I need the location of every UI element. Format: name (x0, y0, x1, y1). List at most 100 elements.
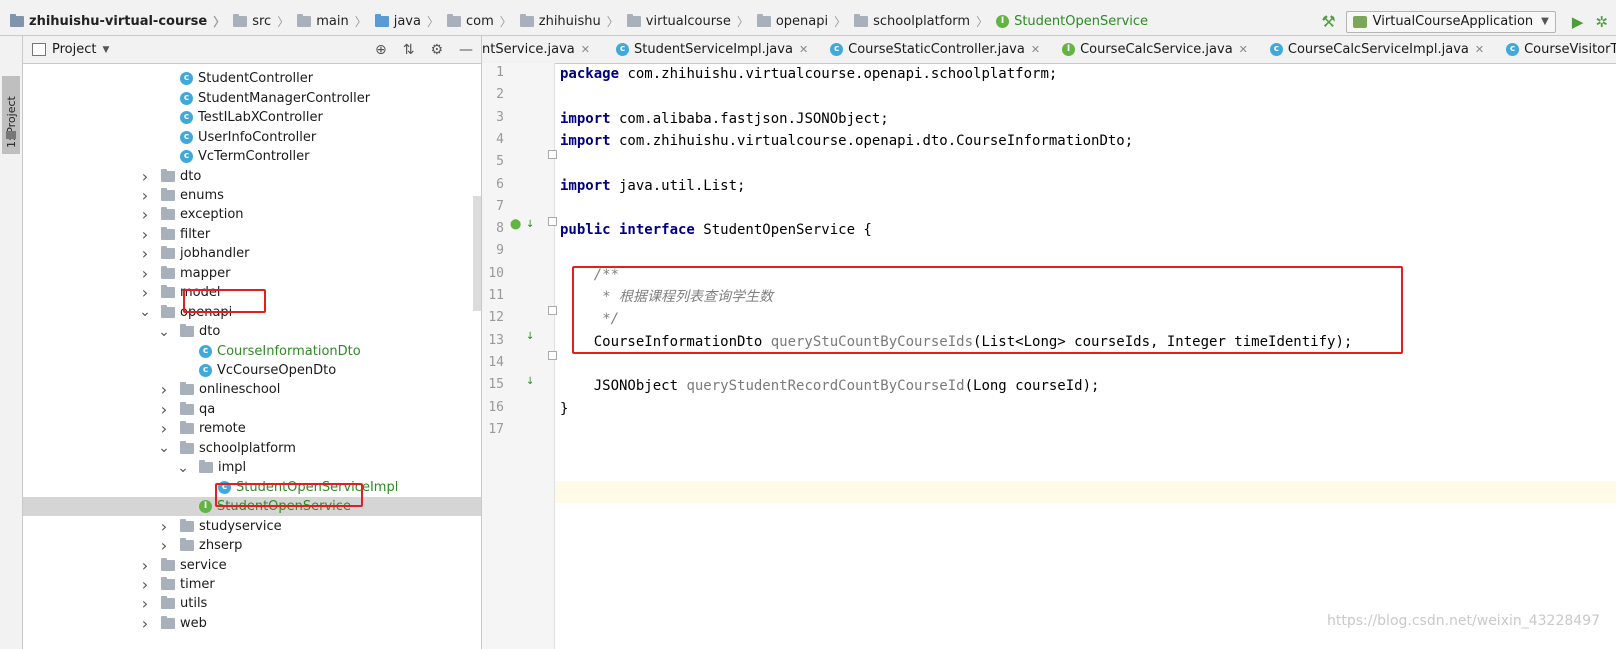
close-icon[interactable]: ✕ (581, 43, 590, 56)
tree-item[interactable]: › web (23, 614, 481, 634)
chevron-right-icon[interactable]: › (158, 536, 170, 555)
build-hammer-icon[interactable]: ⚒ (1321, 12, 1335, 31)
breadcrumb-item[interactable]: schoolplatform 〉 (854, 13, 996, 30)
chevron-right-icon[interactable]: › (139, 264, 151, 283)
chevron-down-icon[interactable]: ▼ (102, 45, 109, 55)
tree-item[interactable]: › remote (23, 419, 481, 439)
chevron-right-icon[interactable]: › (139, 614, 151, 633)
close-icon[interactable]: ✕ (1239, 43, 1248, 56)
folder-icon (180, 324, 194, 338)
editor-tab[interactable]: I CourseCalcService.java ✕ (1048, 36, 1256, 63)
project-tool-tab[interactable]: 1: Project (2, 76, 20, 154)
tree-item[interactable]: › enums (23, 186, 481, 206)
implementations-icon[interactable]: ⬤ (510, 219, 521, 230)
folder-icon (180, 538, 194, 552)
highlight-openapi (183, 289, 266, 313)
tree-item-label: service (180, 557, 227, 573)
editor-tab[interactable]: ntService.java ✕ (482, 36, 598, 63)
tree-item[interactable]: › mapper (23, 264, 481, 284)
implemented-arrow-icon[interactable]: ↓ (526, 219, 534, 230)
tree-item[interactable]: ⌄ schoolplatform (23, 439, 481, 459)
chevron-right-icon[interactable]: › (158, 380, 170, 399)
project-panel-title[interactable]: Project (52, 42, 96, 57)
tree-item[interactable]: › studyservice (23, 516, 481, 536)
editor-tab[interactable]: c StudentServiceImpl.java ✕ (598, 36, 816, 63)
tree-item[interactable]: c VcCourseOpenDto (23, 361, 481, 381)
breadcrumb-item[interactable]: virtualcourse 〉 (626, 13, 757, 30)
chevron-right-icon[interactable]: › (139, 575, 151, 594)
chevron-right-icon[interactable]: › (139, 556, 151, 575)
chevron-right-icon[interactable]: › (139, 244, 151, 263)
line-number: 14 (488, 354, 504, 370)
tree-item[interactable]: › zhserp (23, 536, 481, 556)
chevron-down-icon[interactable]: ⌄ (139, 304, 151, 320)
breadcrumb-item[interactable]: main 〉 (297, 13, 375, 30)
tree-item[interactable]: c CourseInformationDto (23, 341, 481, 361)
package-icon (626, 14, 641, 27)
tree-item[interactable]: › onlineschool (23, 380, 481, 400)
tree-item[interactable]: › qa (23, 400, 481, 420)
tree-item[interactable]: › service (23, 555, 481, 575)
editor-tab[interactable]: cCourseVisitorTotalCountDailyJobHand (1492, 36, 1616, 63)
fold-marker-icon[interactable] (548, 351, 557, 360)
chevron-down-icon[interactable]: ⌄ (158, 440, 170, 456)
fold-marker-icon[interactable] (548, 217, 557, 226)
line-number: 15 (488, 377, 504, 393)
tree-item[interactable]: › utils (23, 594, 481, 614)
fold-marker-icon[interactable] (548, 150, 557, 159)
editor-tab[interactable]: c CourseCalcServiceImpl.java ✕ (1256, 36, 1492, 63)
tree-item-label: zhserp (199, 538, 243, 554)
run-configuration-select[interactable]: VirtualCourseApplication ▼ (1345, 10, 1556, 33)
package-icon (756, 14, 771, 27)
fold-marker-icon[interactable] (548, 306, 557, 315)
implemented-arrow-icon[interactable]: ↓ (526, 376, 534, 387)
tree-item[interactable]: ⌄ dto (23, 322, 481, 342)
chevron-right-icon[interactable]: › (139, 225, 151, 244)
breadcrumb-item[interactable]: com 〉 (446, 13, 520, 30)
hide-icon[interactable]: — (459, 42, 473, 58)
tree-item[interactable]: c UserInfoController (23, 127, 481, 147)
chevron-right-icon[interactable]: › (139, 205, 151, 224)
tree-item[interactable]: c StudentController (23, 69, 481, 89)
highlight-studentopenservice (215, 483, 363, 507)
chevron-right-icon[interactable]: › (139, 186, 151, 205)
implemented-arrow-icon[interactable]: ↓ (526, 331, 534, 342)
chevron-right-icon[interactable]: › (139, 283, 151, 302)
chevron-down-icon[interactable]: ⌄ (158, 324, 170, 340)
editor-tab[interactable]: c CourseStaticController.java ✕ (816, 36, 1048, 63)
debug-icon[interactable]: ✲ (1595, 13, 1608, 31)
chevron-right-icon[interactable]: › (158, 419, 170, 438)
locate-icon[interactable]: ⊕ (375, 42, 387, 58)
run-icon[interactable]: ▶ (1572, 13, 1584, 31)
module-icon (10, 14, 24, 27)
folder-icon (161, 265, 175, 279)
folder-icon (180, 401, 194, 415)
breadcrumb-item[interactable]: src 〉 (233, 13, 297, 30)
close-icon[interactable]: ✕ (799, 43, 808, 56)
breadcrumb-item[interactable]: zhihuishu-virtual-course 〉 (10, 13, 233, 30)
chevron-right-icon[interactable]: › (139, 167, 151, 186)
tree-item[interactable]: c TestILabXController (23, 108, 481, 128)
tree-item[interactable]: › timer (23, 575, 481, 595)
tree-item[interactable]: ⌄ impl (23, 458, 481, 478)
tree-item[interactable]: c VcTermController (23, 147, 481, 167)
chevron-right-icon[interactable]: › (158, 400, 170, 419)
tree-item[interactable]: c StudentManagerController (23, 88, 481, 108)
gear-icon[interactable]: ⚙ (430, 42, 443, 58)
breadcrumb-item[interactable]: java 〉 (374, 13, 447, 30)
chevron-right-icon[interactable]: › (158, 517, 170, 536)
tree-item[interactable]: › dto (23, 166, 481, 186)
tree-item[interactable]: › exception (23, 205, 481, 225)
chevron-down-icon[interactable]: ⌄ (177, 460, 189, 476)
collapse-all-icon[interactable]: ⇅ (403, 42, 415, 58)
breadcrumb-item[interactable]: openapi 〉 (756, 13, 854, 30)
tree-item[interactable]: › jobhandler (23, 244, 481, 264)
scrollbar[interactable] (473, 196, 481, 311)
breadcrumb-item[interactable]: I StudentOpenService (996, 14, 1148, 29)
close-icon[interactable]: ✕ (1031, 43, 1040, 56)
folder-icon (161, 576, 175, 590)
close-icon[interactable]: ✕ (1475, 43, 1484, 56)
chevron-right-icon[interactable]: › (139, 594, 151, 613)
tree-item[interactable]: › filter (23, 225, 481, 245)
breadcrumb-item[interactable]: zhihuishu 〉 (519, 13, 627, 30)
